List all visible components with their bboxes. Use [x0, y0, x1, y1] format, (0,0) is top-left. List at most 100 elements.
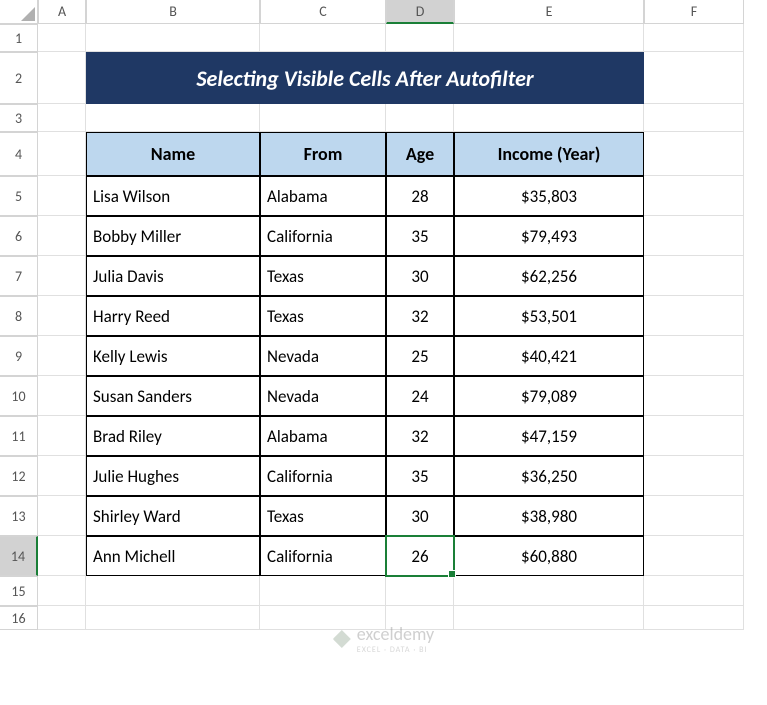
cell-name-13[interactable]: Shirley Ward — [86, 496, 260, 536]
cell-a15[interactable] — [38, 576, 86, 606]
cell-f14[interactable] — [644, 536, 744, 576]
col-header-f[interactable]: F — [644, 0, 744, 24]
row-header-15[interactable]: 15 — [0, 576, 38, 606]
row-header-16[interactable]: 16 — [0, 606, 38, 630]
cell-f3[interactable] — [644, 104, 744, 132]
row-header-14[interactable]: 14 — [0, 536, 38, 576]
row-header-10[interactable]: 10 — [0, 376, 38, 416]
col-header-b[interactable]: B — [86, 0, 260, 24]
cell-name-11[interactable]: Brad Riley — [86, 416, 260, 456]
cell-income-6[interactable]: $79,493 — [454, 216, 644, 256]
cell-from-12[interactable]: California — [260, 456, 386, 496]
cell-income-5[interactable]: $35,803 — [454, 176, 644, 216]
cell-f15[interactable] — [644, 576, 744, 606]
cell-age-5[interactable]: 28 — [386, 176, 454, 216]
row-header-4[interactable]: 4 — [0, 132, 38, 176]
cell-age-6[interactable]: 35 — [386, 216, 454, 256]
cell-c1[interactable] — [260, 24, 386, 52]
cell-f2[interactable] — [644, 52, 744, 104]
cell-b16[interactable] — [86, 606, 260, 630]
cell-from-8[interactable]: Texas — [260, 296, 386, 336]
cell-f8[interactable] — [644, 296, 744, 336]
cell-d1[interactable] — [386, 24, 454, 52]
cell-a2[interactable] — [38, 52, 86, 104]
cell-from-13[interactable]: Texas — [260, 496, 386, 536]
col-header-c[interactable]: C — [260, 0, 386, 24]
cell-f7[interactable] — [644, 256, 744, 296]
col-header-a[interactable]: A — [38, 0, 86, 24]
cell-income-13[interactable]: $38,980 — [454, 496, 644, 536]
row-header-13[interactable]: 13 — [0, 496, 38, 536]
cell-a8[interactable] — [38, 296, 86, 336]
cell-from-11[interactable]: Alabama — [260, 416, 386, 456]
cell-f12[interactable] — [644, 456, 744, 496]
cell-name-9[interactable]: Kelly Lewis — [86, 336, 260, 376]
cell-f16[interactable] — [644, 606, 744, 630]
header-income[interactable]: Income (Year) — [454, 132, 644, 176]
cell-age-9[interactable]: 25 — [386, 336, 454, 376]
row-header-7[interactable]: 7 — [0, 256, 38, 296]
cell-a13[interactable] — [38, 496, 86, 536]
cell-name-6[interactable]: Bobby Miller — [86, 216, 260, 256]
cell-f9[interactable] — [644, 336, 744, 376]
cell-a16[interactable] — [38, 606, 86, 630]
col-header-d[interactable]: D — [386, 0, 454, 24]
cell-f4[interactable] — [644, 132, 744, 176]
cell-age-10[interactable]: 24 — [386, 376, 454, 416]
cell-e15[interactable] — [454, 576, 644, 606]
header-name[interactable]: Name — [86, 132, 260, 176]
cell-age-12[interactable]: 35 — [386, 456, 454, 496]
cell-f13[interactable] — [644, 496, 744, 536]
cell-f10[interactable] — [644, 376, 744, 416]
row-header-11[interactable]: 11 — [0, 416, 38, 456]
cell-income-8[interactable]: $53,501 — [454, 296, 644, 336]
cell-b15[interactable] — [86, 576, 260, 606]
row-header-2[interactable]: 2 — [0, 52, 38, 104]
cell-from-6[interactable]: California — [260, 216, 386, 256]
cell-f6[interactable] — [644, 216, 744, 256]
cell-a11[interactable] — [38, 416, 86, 456]
cell-c15[interactable] — [260, 576, 386, 606]
row-header-3[interactable]: 3 — [0, 104, 38, 132]
cell-a14[interactable] — [38, 536, 86, 576]
cell-from-9[interactable]: Nevada — [260, 336, 386, 376]
cell-f5[interactable] — [644, 176, 744, 216]
header-age[interactable]: Age — [386, 132, 454, 176]
header-from[interactable]: From — [260, 132, 386, 176]
cell-c3[interactable] — [260, 104, 386, 132]
row-header-5[interactable]: 5 — [0, 176, 38, 216]
cell-age-8[interactable]: 32 — [386, 296, 454, 336]
cell-from-7[interactable]: Texas — [260, 256, 386, 296]
cell-f1[interactable] — [644, 24, 744, 52]
cell-name-7[interactable]: Julia Davis — [86, 256, 260, 296]
cell-b1[interactable] — [86, 24, 260, 52]
cell-from-10[interactable]: Nevada — [260, 376, 386, 416]
cell-income-9[interactable]: $40,421 — [454, 336, 644, 376]
cell-age-11[interactable]: 32 — [386, 416, 454, 456]
row-header-8[interactable]: 8 — [0, 296, 38, 336]
row-header-1[interactable]: 1 — [0, 24, 38, 52]
cell-name-12[interactable]: Julie Hughes — [86, 456, 260, 496]
cell-income-7[interactable]: $62,256 — [454, 256, 644, 296]
cell-age-13[interactable]: 30 — [386, 496, 454, 536]
cell-a1[interactable] — [38, 24, 86, 52]
cell-a5[interactable] — [38, 176, 86, 216]
cell-a10[interactable] — [38, 376, 86, 416]
cell-from-5[interactable]: Alabama — [260, 176, 386, 216]
row-header-9[interactable]: 9 — [0, 336, 38, 376]
cell-a7[interactable] — [38, 256, 86, 296]
cell-from-14[interactable]: California — [260, 536, 386, 576]
cell-a4[interactable] — [38, 132, 86, 176]
cell-name-10[interactable]: Susan Sanders — [86, 376, 260, 416]
select-all-corner[interactable] — [0, 0, 38, 24]
cell-e16[interactable] — [454, 606, 644, 630]
cell-name-14[interactable]: Ann Michell — [86, 536, 260, 576]
cell-income-14[interactable]: $60,880 — [454, 536, 644, 576]
row-header-12[interactable]: 12 — [0, 456, 38, 496]
cell-a12[interactable] — [38, 456, 86, 496]
cell-d15[interactable] — [386, 576, 454, 606]
cell-a9[interactable] — [38, 336, 86, 376]
cell-name-8[interactable]: Harry Reed — [86, 296, 260, 336]
cell-income-10[interactable]: $79,089 — [454, 376, 644, 416]
cell-age-14-selected[interactable]: 26 — [386, 536, 454, 576]
